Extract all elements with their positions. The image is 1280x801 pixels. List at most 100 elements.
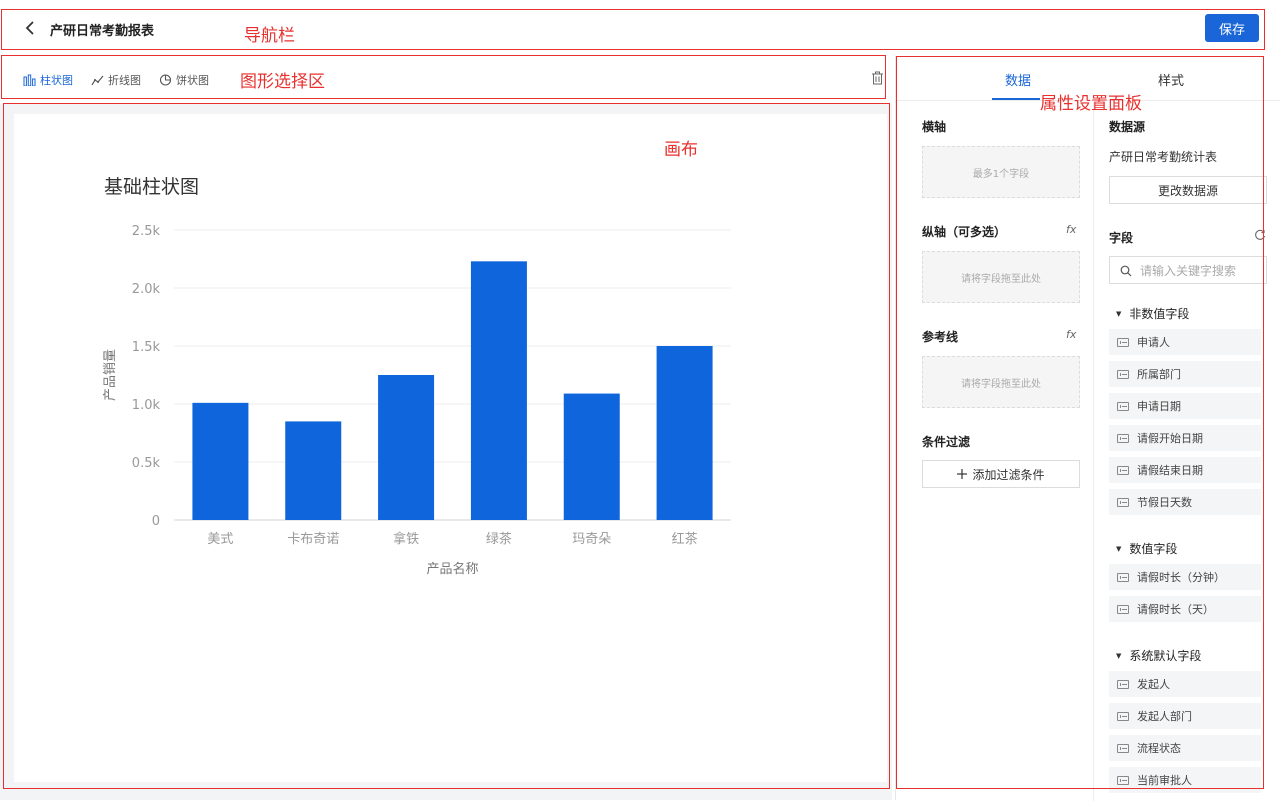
caret-down-icon: ▼	[1116, 651, 1122, 660]
top-navigation-bar: 产研日常考勤报表 保存	[0, 0, 1280, 56]
field-search-input[interactable]	[1140, 261, 1262, 281]
field-item[interactable]: 请假结束日期	[1109, 457, 1261, 483]
field-item[interactable]: 所属部门	[1109, 361, 1261, 387]
add-filter-button[interactable]: 添加过滤条件	[922, 460, 1080, 488]
reference-line-title: 参考线	[922, 330, 959, 344]
field-type-icon	[1117, 337, 1129, 347]
fields-title: 字段	[1109, 231, 1134, 245]
x-axis-title: 横轴	[922, 120, 947, 134]
field-type-icon	[1117, 369, 1129, 379]
x-tick-label: 拿铁	[393, 531, 419, 547]
field-group-label: 系统默认字段	[1129, 649, 1202, 663]
save-button[interactable]: 保存	[1205, 14, 1259, 42]
bar-chart: 0 0.5k 1.0k 1.5k 2.0k 2.5k 美式 卡布奇诺 拿铁 绿茶 玛奇朵 红茶产品名称…	[103, 224, 731, 577]
annotation-label-canvas: 画布	[664, 140, 698, 160]
filter-title: 条件过滤	[922, 435, 971, 449]
field-item-label: 当前审批人	[1137, 774, 1192, 787]
field-item[interactable]: 申请日期	[1109, 393, 1261, 419]
field-group-label: 非数值字段	[1129, 307, 1190, 321]
field-type-icon	[1117, 497, 1129, 507]
search-icon	[1120, 265, 1132, 277]
field-type-icon	[1117, 743, 1129, 753]
tab-data[interactable]: 数据	[1005, 70, 1031, 89]
field-item[interactable]: 节假日天数	[1109, 489, 1261, 515]
field-item-label: 请假结束日期	[1137, 464, 1203, 477]
y-tick-label: 2.0k	[132, 282, 161, 297]
field-item-label: 发起人部门	[1137, 710, 1192, 723]
x-axis-dropzone[interactable]: 最多1个字段	[922, 146, 1080, 198]
canvas-area: 基础柱状图 0 0.5k 1.0k 1.5k 2.0k 2.5k 美式 卡布奇诺 拿铁 绿茶 玛奇朵…	[0, 104, 892, 800]
field-search-box	[1109, 256, 1267, 284]
delete-icon[interactable]	[871, 71, 884, 85]
field-group-header[interactable]: ▼ 系统默认字段	[1116, 647, 1201, 664]
field-type-icon	[1117, 604, 1129, 614]
properties-panel: 数据 样式 横轴 最多1个字段 纵轴（可多选） fx 请将字段拖至此处 参考线 …	[895, 56, 1280, 801]
y-axis-title: 纵轴（可多选）	[922, 225, 1007, 239]
field-item-label: 申请人	[1137, 336, 1170, 349]
chart-type-bar[interactable]: 柱状图	[23, 72, 73, 88]
field-type-icon	[1117, 679, 1129, 689]
formula-icon[interactable]: fx	[1066, 328, 1076, 341]
reference-line-dropzone[interactable]: 请将字段拖至此处	[922, 356, 1080, 408]
back-arrow-icon[interactable]	[22, 18, 40, 38]
pie-chart-icon	[159, 74, 172, 86]
datasource-name: 产研日常考勤统计表	[1109, 150, 1218, 164]
field-group-label: 数值字段	[1129, 542, 1178, 556]
x-tick-label: 美式	[207, 532, 233, 547]
chart-type-label: 柱状图	[40, 74, 73, 87]
field-group-header[interactable]: ▼ 非数值字段	[1116, 305, 1189, 322]
plus-icon	[957, 469, 968, 479]
field-item-label: 请假开始日期	[1137, 432, 1203, 445]
refresh-icon[interactable]	[1254, 229, 1266, 241]
bar-5	[656, 346, 713, 520]
y-tick-label: 1.0k	[132, 398, 161, 413]
field-item[interactable]: 发起人	[1109, 671, 1261, 697]
chart-type-pie[interactable]: 饼状图	[159, 72, 209, 88]
bar-3	[470, 261, 527, 520]
bar-4	[563, 393, 620, 520]
chart-type-label: 折线图	[108, 74, 141, 87]
bar-chart-icon	[23, 74, 36, 86]
change-datasource-button[interactable]: 更改数据源	[1109, 176, 1267, 204]
annotation-label-nav: 导航栏	[244, 26, 295, 46]
field-item-label: 请假时长（分钟）	[1137, 571, 1225, 584]
field-item-label: 节假日天数	[1137, 496, 1192, 509]
y-tick-label: 0.5k	[132, 456, 161, 471]
caret-down-icon: ▼	[1116, 544, 1122, 553]
divider	[1093, 101, 1094, 801]
tab-style[interactable]: 样式	[1158, 70, 1184, 89]
line-chart-icon	[91, 75, 104, 86]
formula-icon[interactable]: fx	[1066, 223, 1076, 236]
field-item[interactable]: 发起人部门	[1109, 703, 1261, 729]
field-item[interactable]: 申请人	[1109, 329, 1261, 355]
field-item-label: 所属部门	[1137, 368, 1181, 381]
bar-2	[378, 375, 435, 520]
chart-canvas[interactable]: 基础柱状图 0 0.5k 1.0k 1.5k 2.0k 2.5k 美式 卡布奇诺 拿铁 绿茶 玛奇朵…	[14, 114, 887, 782]
field-item[interactable]: 当前审批人	[1109, 767, 1261, 793]
field-item[interactable]: 流程状态	[1109, 735, 1261, 761]
y-axis-label: 产品销量	[103, 349, 118, 401]
bar-0	[192, 402, 249, 520]
field-type-icon	[1117, 775, 1129, 785]
x-tick-label: 绿茶	[486, 531, 512, 547]
field-item[interactable]: 请假时长（天）	[1109, 596, 1261, 622]
x-tick-label: 卡布奇诺	[287, 531, 339, 547]
field-item-label: 发起人	[1137, 678, 1170, 691]
field-group-header[interactable]: ▼ 数值字段	[1116, 540, 1177, 557]
field-item[interactable]: 请假时长（分钟）	[1109, 564, 1261, 590]
field-type-icon	[1117, 433, 1129, 443]
x-axis-label: 产品名称	[426, 561, 478, 577]
bar-1	[285, 421, 342, 520]
datasource-title: 数据源	[1109, 120, 1146, 134]
field-item-label: 流程状态	[1137, 742, 1181, 755]
chart-type-line[interactable]: 折线图	[91, 72, 141, 88]
y-axis-dropzone[interactable]: 请将字段拖至此处	[922, 251, 1080, 303]
caret-down-icon: ▼	[1116, 309, 1122, 318]
y-tick-label: 2.5k	[132, 224, 161, 239]
x-tick-label: 红茶	[672, 531, 698, 547]
field-item[interactable]: 请假开始日期	[1109, 425, 1261, 451]
chart-type-label: 饼状图	[176, 74, 209, 87]
field-item-label: 请假时长（天）	[1137, 603, 1214, 616]
field-type-icon	[1117, 401, 1129, 411]
field-item-label: 申请日期	[1137, 400, 1181, 413]
